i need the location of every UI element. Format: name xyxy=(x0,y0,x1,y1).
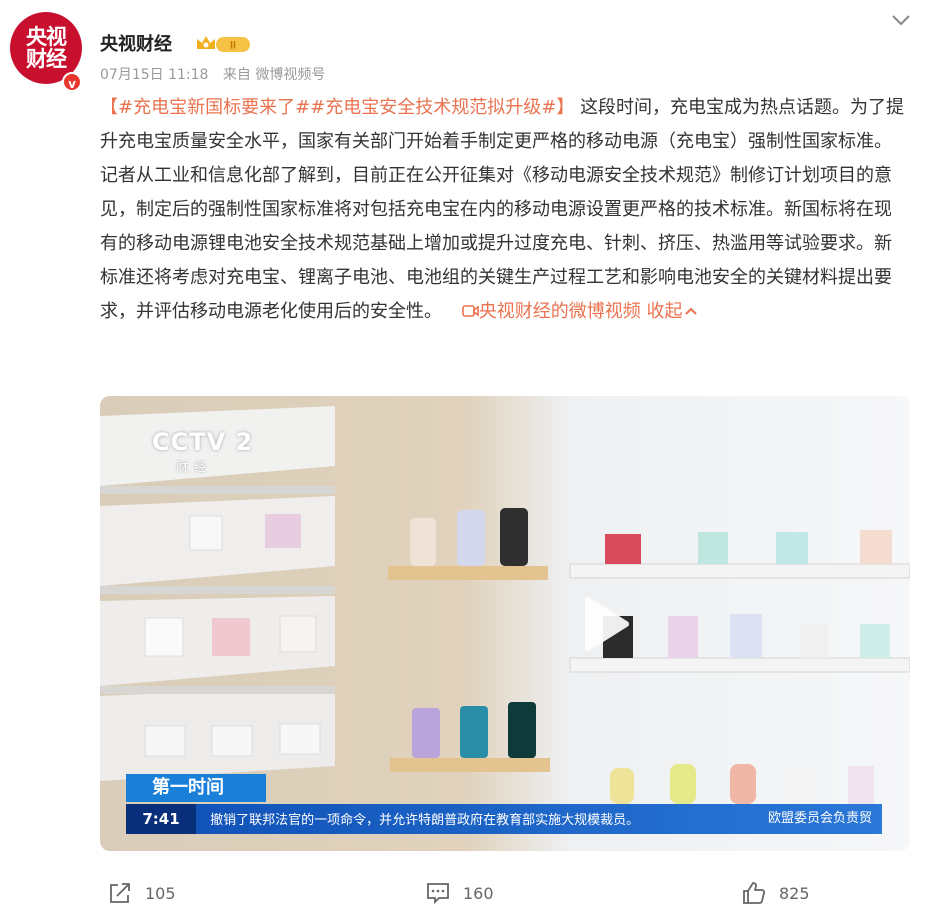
repost-count: 105 xyxy=(145,883,176,903)
post-body-text: 这段时间，充电宝成为热点话题。为了提升充电宝质量安全水平，国家有关部门开始着手制… xyxy=(100,97,905,322)
hashtag-bracket-open: 【 xyxy=(100,97,118,118)
channel-logo: CCTV 2 xyxy=(152,428,254,456)
ticker-text-right: 欧盟委员会负责贸 xyxy=(767,811,872,826)
news-ticker: 7:41 撤销了联邦法官的一项命令，并允许特朗普政府在教育部实施大规模裁员。 欧… xyxy=(126,804,882,834)
like-button[interactable]: 825 xyxy=(741,880,810,906)
level-badge-text: II xyxy=(230,40,236,52)
play-icon[interactable] xyxy=(574,594,634,654)
program-title: 第一时间 xyxy=(126,774,266,802)
hashtag-link[interactable]: #充电宝新国标要来了##充电宝安全技术规范拟升级# xyxy=(118,97,556,118)
video-player[interactable]: CCTV 2 财经 第一时间 7:41 撤销了联邦法官的一项命令，并允许特朗普政… xyxy=(100,396,910,851)
post-content: 【#充电宝新国标要来了##充电宝安全技术规范拟升级#】 这段时间，充电宝成为热点… xyxy=(100,91,908,329)
post-source[interactable]: 来自 微博视频号 xyxy=(223,67,325,83)
collapse-link-text: 收起 xyxy=(646,301,683,322)
comment-count: 160 xyxy=(463,883,494,903)
video-link-text: 央视财经的微博视频 xyxy=(478,301,641,322)
post-date[interactable]: 07月15日 11:18 xyxy=(100,67,208,83)
hashtag-bracket-close: 】 xyxy=(556,97,575,118)
username[interactable]: 央视财经 xyxy=(100,30,172,56)
channel-logo-sub: 财经 xyxy=(176,460,213,474)
ticker-clock: 7:41 xyxy=(126,804,196,834)
video-icon xyxy=(461,305,479,317)
ticker-text: 撤销了联邦法官的一项命令，并允许特朗普政府在教育部实施大规模裁员。 xyxy=(210,813,640,828)
post-meta: 07月15日 11:18 来自 微博视频号 xyxy=(100,64,325,84)
video-link[interactable]: 央视财经的微博视频 xyxy=(461,301,647,322)
share-icon xyxy=(110,883,130,903)
collapse-link[interactable]: 收起 xyxy=(646,301,698,322)
avatar-text-line2: 财经 xyxy=(26,47,67,71)
chevron-up-icon xyxy=(685,307,698,315)
verified-badge-icon: v xyxy=(62,72,82,92)
comment-icon xyxy=(427,883,449,905)
chevron-down-icon[interactable] xyxy=(889,8,913,32)
action-bar: 105 160 825 xyxy=(0,880,932,916)
comment-button[interactable]: 160 xyxy=(425,880,494,906)
member-level-badge-icon[interactable]: II xyxy=(194,33,254,55)
like-count: 825 xyxy=(779,883,810,903)
avatar-text-line1: 央视 xyxy=(26,25,67,49)
thumbs-up-icon xyxy=(743,882,766,904)
repost-button[interactable]: 105 xyxy=(107,880,176,906)
